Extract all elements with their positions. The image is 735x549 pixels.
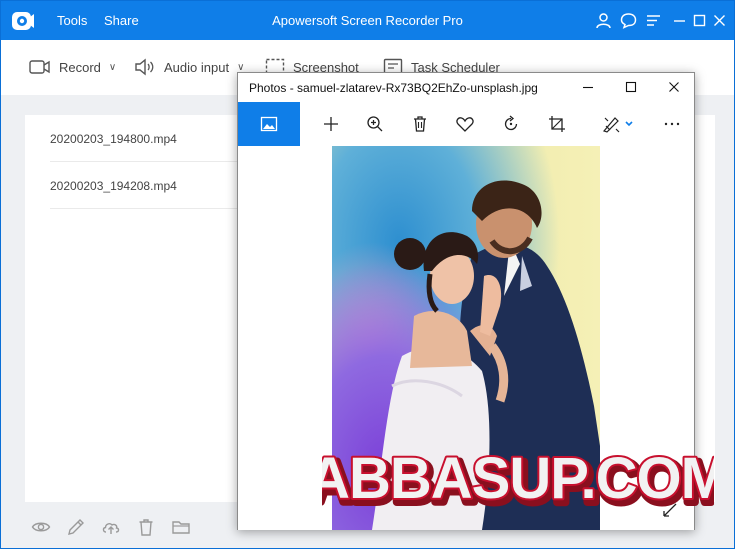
rotate-icon[interactable] [501,114,521,134]
photos-title-bar: Photos - samuel-zlatarev-Rx73BQ2EhZo-uns… [238,73,694,102]
chat-icon[interactable] [620,12,637,29]
close-icon[interactable] [711,12,728,29]
minimize-icon[interactable] [671,12,688,29]
user-icon[interactable] [595,12,612,29]
chevron-down-icon[interactable]: ∨ [237,62,244,73]
photos-toolbar [238,102,694,146]
pencil-icon[interactable] [66,517,86,537]
edit-icon [602,117,633,133]
eye-icon[interactable] [31,517,51,537]
record-button[interactable]: Record ∨ [29,56,116,78]
zoom-in-icon[interactable] [365,114,385,134]
edit-create-button[interactable] [601,114,635,134]
view-photo-button[interactable] [238,102,300,146]
cloud-upload-icon[interactable] [101,517,121,537]
heart-icon[interactable] [455,114,475,134]
photos-title: Photos - samuel-zlatarev-Rx73BQ2EhZo-uns… [249,81,538,95]
minimize-icon[interactable] [580,79,596,95]
image-icon [260,116,278,132]
menu-icon[interactable] [645,12,662,29]
watermark: ABBASUP.COM ABBASUP.COM [322,446,714,508]
crop-icon[interactable] [547,114,567,134]
trash-icon[interactable] [136,517,156,537]
list-item[interactable]: 20200203_194208.mp4 [50,162,240,209]
speaker-icon [135,58,154,76]
add-icon[interactable] [321,114,341,134]
chevron-down-icon[interactable]: ∨ [109,62,116,73]
audio-input-label: Audio input [164,59,230,75]
more-icon[interactable] [662,114,682,134]
record-label: Record [59,59,101,75]
maximize-icon[interactable] [623,79,639,95]
video-camera-icon [29,60,50,74]
title-bar: Tools Share Apowersoft Screen Recorder P… [1,1,734,40]
maximize-icon[interactable] [691,12,708,29]
file-name: 20200203_194800.mp4 [50,132,177,146]
folder-icon[interactable] [171,517,191,537]
trash-icon[interactable] [410,114,430,134]
list-item[interactable]: 20200203_194800.mp4 [50,115,240,162]
file-name: 20200203_194208.mp4 [50,179,177,193]
audio-input-button[interactable]: Audio input ∨ [134,56,244,78]
close-icon[interactable] [666,79,682,95]
watermark-text: ABBASUP.COM [322,446,714,508]
